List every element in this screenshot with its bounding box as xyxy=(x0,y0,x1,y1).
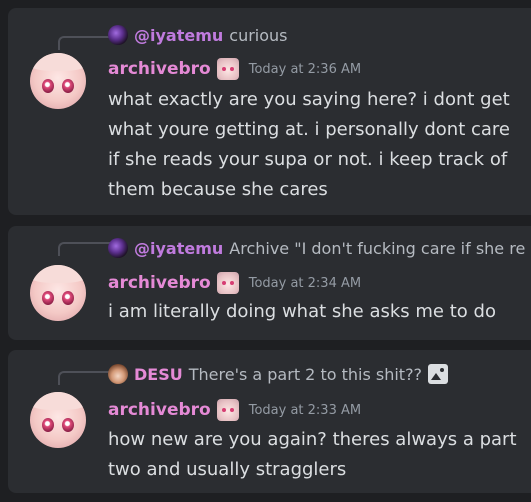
reply-spine xyxy=(58,371,112,385)
reply-text: There's a part 2 to this shit?? xyxy=(188,364,423,384)
desu-avatar-icon xyxy=(108,364,128,384)
message[interactable]: @iyatemu curious archivebro Today at 2:3… xyxy=(8,8,531,215)
dark-avatar-icon xyxy=(108,238,128,258)
message[interactable]: DESU There's a part 2 to this shit?? arc… xyxy=(8,350,531,493)
username[interactable]: archivebro xyxy=(108,59,211,79)
avatar[interactable] xyxy=(30,392,86,448)
message-content: how new are you again? theres always a p… xyxy=(108,429,517,480)
message-content: i am literally doing what she asks me to… xyxy=(108,301,496,322)
reply-author[interactable]: @iyatemu xyxy=(134,26,223,45)
timestamp: Today at 2:33 AM xyxy=(248,402,362,418)
reply-spine xyxy=(58,36,112,50)
reply-preview[interactable]: DESU There's a part 2 to this shit?? xyxy=(108,363,531,385)
avatar[interactable] xyxy=(30,53,86,109)
role-badge-icon xyxy=(216,272,239,294)
role-badge-icon xyxy=(216,399,239,421)
username[interactable]: archivebro xyxy=(108,273,211,293)
reply-spine xyxy=(58,242,112,256)
reply-preview[interactable]: @iyatemu Archive "I don't fucking care i… xyxy=(108,237,531,259)
dark-avatar-icon xyxy=(108,25,128,45)
reply-text: Archive "I don't fucking care if she re xyxy=(229,238,526,258)
image-icon xyxy=(428,364,449,384)
reply-author[interactable]: @iyatemu xyxy=(134,239,223,258)
reply-author[interactable]: DESU xyxy=(134,365,183,384)
reply-preview[interactable]: @iyatemu curious xyxy=(108,24,531,46)
avatar[interactable] xyxy=(30,265,86,321)
message-header: archivebro Today at 2:34 AM xyxy=(108,270,361,296)
message[interactable]: @iyatemu Archive "I don't fucking care i… xyxy=(8,226,531,340)
reply-text: curious xyxy=(229,25,288,45)
message-content: what exactly are you saying here? i dont… xyxy=(108,89,510,200)
role-badge-icon xyxy=(216,58,239,80)
timestamp: Today at 2:36 AM xyxy=(248,61,362,77)
message-header: archivebro Today at 2:36 AM xyxy=(108,56,361,82)
message-header: archivebro Today at 2:33 AM xyxy=(108,397,361,423)
username[interactable]: archivebro xyxy=(108,400,211,420)
timestamp: Today at 2:34 AM xyxy=(248,275,362,291)
